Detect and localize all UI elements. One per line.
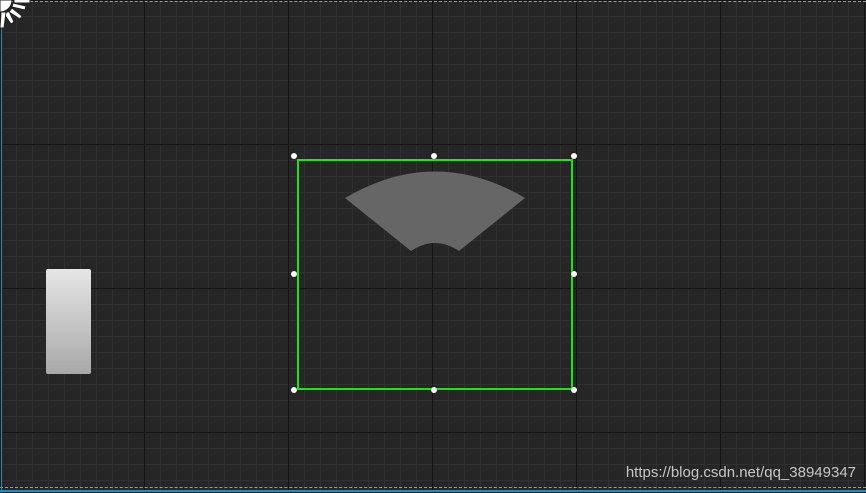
resize-handle-top-left[interactable]	[291, 153, 297, 159]
canvas-bottom-dashed-border	[0, 487, 866, 488]
selection-box[interactable]	[297, 159, 573, 390]
canvas-top-dashed-border	[0, 1, 866, 2]
resize-handle-bottom-left[interactable]	[291, 387, 297, 393]
resize-handle-right[interactable]	[571, 271, 577, 277]
resize-handle-top-right[interactable]	[571, 153, 577, 159]
canvas-left-edge	[1, 0, 2, 493]
resize-handle-left[interactable]	[291, 271, 297, 277]
anchor-icon[interactable]	[0, 0, 36, 34]
watermark-text: https://blog.csdn.net/qq_38949347	[625, 464, 856, 481]
resize-handle-bottom-right[interactable]	[571, 387, 577, 393]
image-widget[interactable]	[46, 269, 91, 374]
resize-handle-bottom[interactable]	[431, 387, 437, 393]
resize-handle-top[interactable]	[431, 153, 437, 159]
designer-canvas[interactable]: https://blog.csdn.net/qq_38949347	[0, 0, 866, 493]
canvas-bottom-edge	[0, 490, 866, 492]
